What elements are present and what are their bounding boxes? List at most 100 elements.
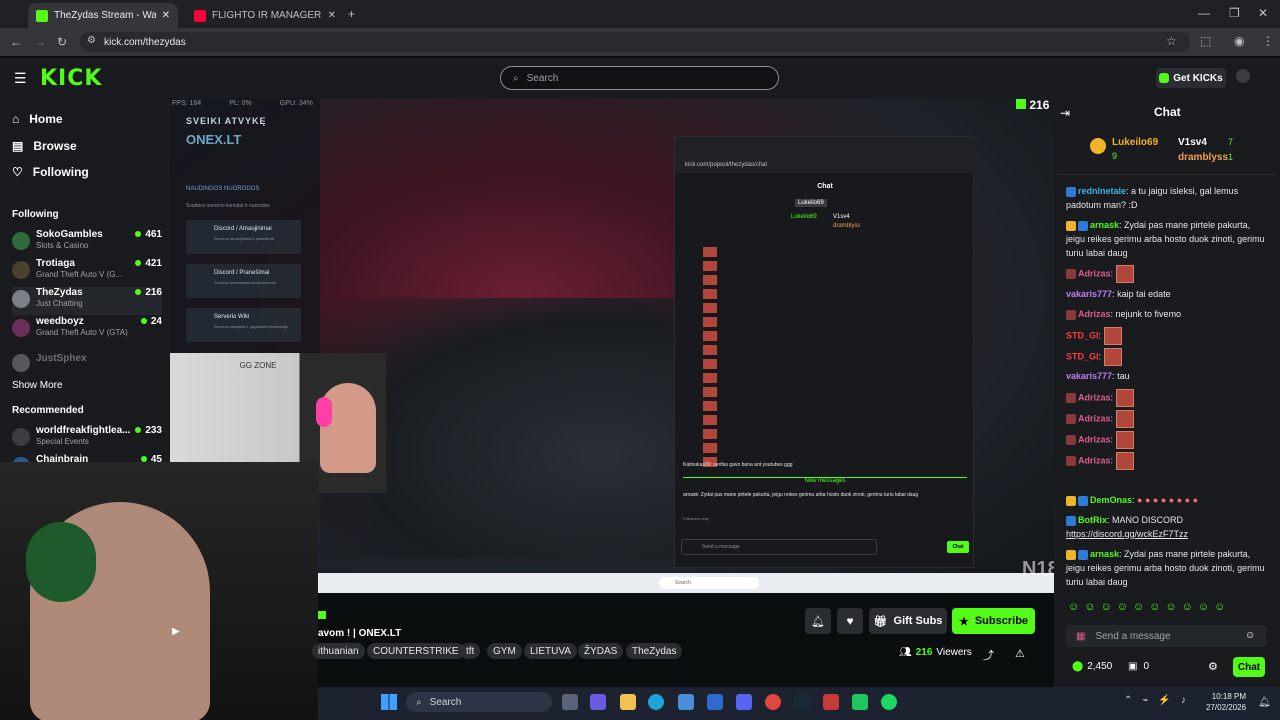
sidebar-channel-sokogambles[interactable]: SokoGambles Slots & Casino 461: [12, 229, 162, 257]
spotify-icon[interactable]: [881, 694, 897, 710]
discord-link[interactable]: https://discord.gg/wckEzF7Tzz: [1066, 529, 1188, 539]
subscribe-button[interactable]: ★ Subscribe: [952, 608, 1035, 634]
window-close-icon[interactable]: ✕: [1258, 6, 1268, 20]
user-avatar[interactable]: [1236, 69, 1250, 83]
chat-username[interactable]: vakaris777: [1066, 289, 1112, 299]
chat-username[interactable]: STD_GI: [1066, 330, 1099, 340]
gifts-display[interactable]: ▣ 0: [1128, 661, 1149, 672]
discord-icon[interactable]: [736, 694, 752, 710]
sidebar-channel-justsphex[interactable]: JustSphex: [12, 351, 162, 379]
show-more-link[interactable]: Show More: [12, 380, 63, 391]
chat-username[interactable]: arnask: [1090, 220, 1119, 230]
channel-name: Trotiaga: [36, 258, 75, 269]
close-icon[interactable]: ✕: [328, 10, 336, 21]
stream-title: avom ! | ONEX.LT: [318, 628, 402, 639]
notification-bell-button[interactable]: 🔔︎: [805, 608, 831, 634]
chat-username[interactable]: arnask: [1090, 549, 1119, 559]
follow-heart-button[interactable]: ♥: [837, 608, 863, 634]
chat-send-button[interactable]: Chat: [1233, 657, 1265, 677]
tag-zydas[interactable]: ŽYDAS: [578, 643, 624, 659]
nav-browse[interactable]: ▤ Browse: [12, 139, 77, 153]
app-icon[interactable]: [852, 694, 868, 710]
store-icon[interactable]: [678, 694, 694, 710]
tag-gym[interactable]: GYM: [487, 643, 522, 659]
chat-username[interactable]: Adrizas: [1078, 392, 1111, 402]
minimize-icon[interactable]: —: [1198, 6, 1210, 20]
site-info-icon[interactable]: ⚙: [87, 35, 96, 46]
hamburger-menu-icon[interactable]: ☰: [14, 70, 27, 87]
chat-input[interactable]: ▦ Send a message: [1066, 625, 1266, 647]
tag-lietuva[interactable]: LIETUVA: [524, 643, 577, 659]
sidebar-channel-worldfreakfight[interactable]: worldfreakfightlea... Special Events 233: [12, 425, 162, 453]
windows-start-icon[interactable]: [381, 694, 397, 710]
chat-username[interactable]: DemOnas: [1090, 495, 1132, 505]
search-icon: ⌕: [513, 72, 519, 84]
top-gifter-name[interactable]: Lukeilo69: [1112, 137, 1158, 148]
url-field[interactable]: kick.com/thezydas: [80, 32, 1190, 52]
taskbar-clock[interactable]: 10:18 PM 27/02/2026: [1206, 691, 1246, 713]
reload-icon[interactable]: ↻: [57, 35, 67, 49]
copilot-icon[interactable]: [590, 694, 606, 710]
sidebar-channel-weedboyz[interactable]: weedboyz Grand Theft Auto V (GTA) 24: [12, 316, 162, 344]
gift-subs-button[interactable]: 🎁︎ Gift Subs: [869, 608, 947, 634]
chat-username[interactable]: Adrizas: [1078, 413, 1111, 423]
gifter-crown-icon: [1090, 138, 1106, 154]
report-icon[interactable]: ⚠: [1015, 647, 1025, 660]
sidebar-channel-trotiaga[interactable]: Trotiaga Grand Theft Auto V (G... 421: [12, 258, 162, 286]
chat-message: Adrizas:: [1066, 431, 1266, 449]
chat-settings-icon[interactable]: ⚙: [1208, 660, 1218, 673]
viewers-label: Viewers: [936, 647, 972, 658]
share-icon[interactable]: ⤴: [983, 647, 994, 663]
bookmark-star-icon[interactable]: ☆: [1166, 34, 1177, 48]
tag-counterstrike[interactable]: COUNTERSTRIKE: [367, 643, 465, 659]
nav-following[interactable]: ♡ Following: [12, 165, 89, 179]
obs-icon[interactable]: [823, 694, 839, 710]
outlook-icon[interactable]: [707, 694, 723, 710]
tag-tft[interactable]: tft: [460, 643, 481, 659]
tag-lithuanian[interactable]: ithuanian: [312, 643, 365, 659]
emoji-icon[interactable]: ☺: [1245, 630, 1255, 641]
emote-picker-row[interactable]: ☺☺☺☺☺☺☺☺☺☺: [1068, 601, 1268, 615]
chat-username[interactable]: Adrizas: [1078, 309, 1111, 319]
bell-icon: 🔔︎: [811, 615, 825, 628]
fps-readout: FPS: 184: [172, 100, 202, 107]
tab-flighto[interactable]: FLIGHTO IR MANAGERIO PIRM ✕: [186, 3, 344, 28]
task-view-icon[interactable]: [562, 694, 578, 710]
sidebar-channel-thezydas[interactable]: TheZydas Just Chatting 216: [12, 287, 162, 315]
get-kicks-button[interactable]: Get KICKs: [1156, 68, 1226, 88]
taskbar-search[interactable]: ⌕ Search: [406, 692, 552, 712]
collapse-chat-icon[interactable]: ⇥: [1060, 106, 1070, 120]
chat-username[interactable]: STD_GI: [1066, 351, 1099, 361]
new-tab-icon[interactable]: +: [348, 7, 355, 21]
kicks-coin-icon: [1159, 73, 1170, 83]
kick-logo[interactable]: KICK: [40, 66, 102, 91]
file-explorer-icon[interactable]: [620, 694, 636, 710]
notifications-bell-icon[interactable]: 🔔︎: [1258, 697, 1271, 708]
nav-home[interactable]: ⌂ Home: [12, 112, 63, 126]
chrome-icon[interactable]: [765, 694, 781, 710]
chat-username[interactable]: Adrizas: [1078, 434, 1111, 444]
search-input[interactable]: ⌕ Search: [500, 66, 779, 90]
chat-username[interactable]: Adrizas: [1078, 268, 1111, 278]
close-icon[interactable]: ✕: [162, 10, 170, 21]
back-icon[interactable]: ←: [10, 35, 22, 49]
steam-icon[interactable]: [794, 694, 810, 710]
chat-username[interactable]: Adrizas: [1078, 455, 1111, 465]
channel-category: Grand Theft Auto V (G...: [36, 270, 123, 279]
top-gifter-name[interactable]: dramblyss: [1178, 152, 1228, 163]
edge-icon[interactable]: [648, 694, 664, 710]
tag-thezydas[interactable]: TheZydas: [626, 643, 683, 659]
extensions-icon[interactable]: ⬚: [1200, 34, 1211, 48]
heart-icon: ♥: [846, 614, 854, 628]
system-tray-icons[interactable]: ⌃⌁⚡♪: [1124, 695, 1196, 706]
chat-username[interactable]: BotRix: [1078, 515, 1107, 525]
menu-dots-icon[interactable]: ⋮: [1262, 34, 1274, 48]
points-display[interactable]: ⬤ 2,450: [1072, 661, 1112, 672]
tab-thezydas[interactable]: TheZydas Stream - Watch Live o ✕: [28, 3, 178, 28]
chat-username[interactable]: vakaris777: [1066, 371, 1112, 381]
top-gifter-name[interactable]: V1sv4: [1178, 137, 1207, 148]
restore-icon[interactable]: ❐: [1229, 6, 1240, 20]
forward-icon[interactable]: →: [34, 35, 46, 49]
profile-icon[interactable]: ◉: [1234, 34, 1244, 48]
chat-username[interactable]: rednlnetale: [1078, 186, 1126, 196]
